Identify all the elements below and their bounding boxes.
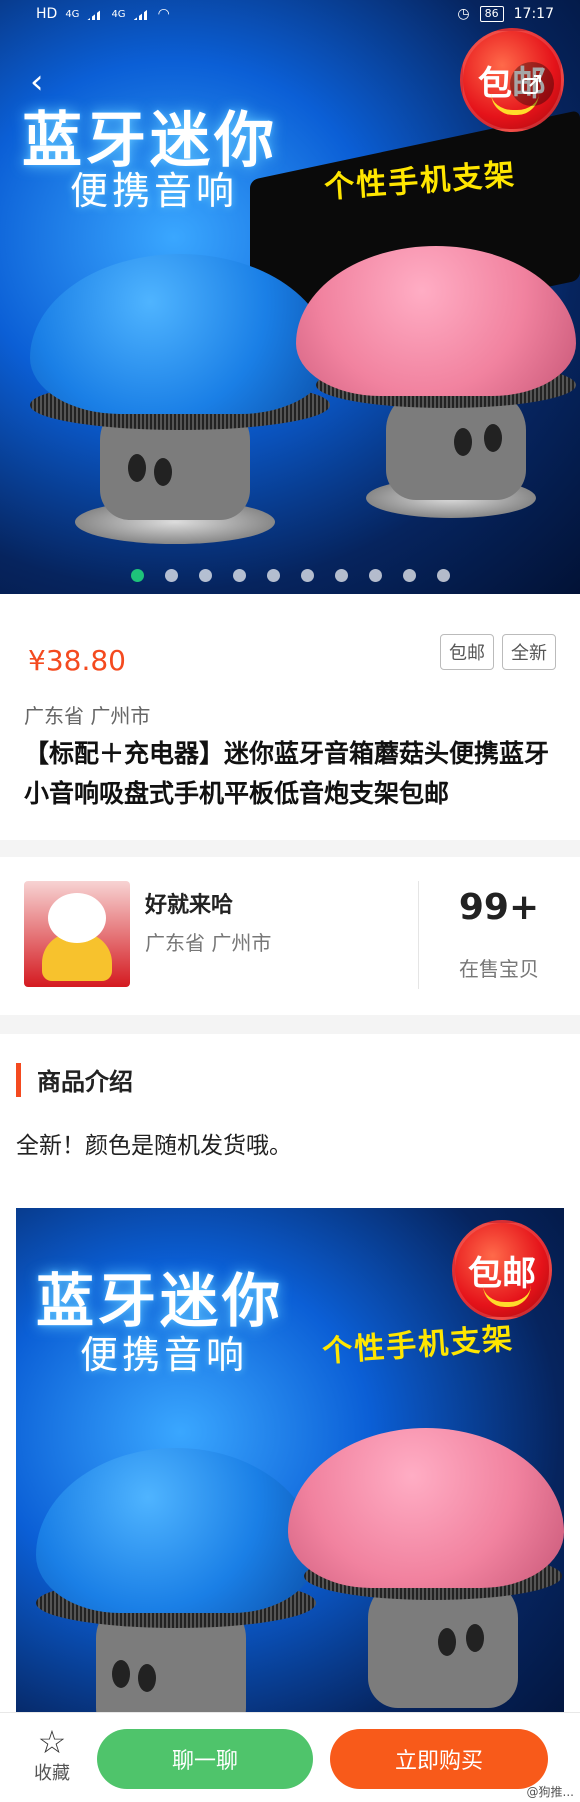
carousel-dot[interactable] <box>436 569 450 582</box>
carousel-dot[interactable] <box>300 569 314 582</box>
blue-mushroom-speaker <box>20 250 330 550</box>
speaker-eye <box>466 1624 484 1652</box>
carousel-dot[interactable] <box>368 569 382 582</box>
items-on-sale-label: 在售宝贝 <box>459 957 539 981</box>
product-description: 全新！颜色是随机发货哦。 <box>16 1133 292 1159</box>
banner-subtitle: 便携音响 <box>70 169 239 213</box>
carousel-dot[interactable] <box>232 569 246 582</box>
star-outline-icon: ☆ <box>37 1723 67 1761</box>
watermark: @狗推... <box>526 1785 574 1799</box>
status-bar: HD 4G 4G ◠ ◷ 86 17:17 <box>0 0 580 30</box>
carousel-dot[interactable] <box>198 569 212 582</box>
battery-icon: 86 <box>479 6 504 22</box>
favorite-label: 收藏 <box>34 1763 70 1784</box>
product-image-carousel[interactable]: HD 4G 4G ◠ ◷ 86 17:17 蓝牙迷你 便携音响 个性手机支架 包… <box>0 0 580 594</box>
seller-card[interactable]: 好就来哈 广东省 广州市 99+ 在售宝贝 <box>0 857 580 1015</box>
hd-label: HD <box>36 6 58 22</box>
wifi-icon: ◠ <box>157 6 170 22</box>
speaker-eye <box>454 428 472 456</box>
smile-mark <box>483 1285 531 1307</box>
tag-brand-new: 全新 <box>502 634 556 670</box>
product-intro-section: 商品介绍 全新！颜色是随机发货哦。 蓝牙迷你 便携音响 个性手机支架 包邮 <box>0 1034 580 1802</box>
pink-mushroom-speaker <box>288 1428 564 1748</box>
buy-now-button[interactable]: 立即购买 <box>330 1729 548 1789</box>
speaker-eye <box>484 424 502 452</box>
seller-location: 广东省 广州市 <box>145 931 272 955</box>
clock-time: 17:17 <box>513 6 554 22</box>
signal-icon <box>133 8 150 20</box>
back-arrow-icon: ‹ <box>30 62 44 102</box>
status-left: HD 4G 4G ◠ <box>36 6 170 22</box>
tag-free-shipping: 包邮 <box>440 634 494 670</box>
status-right: ◷ 86 17:17 <box>457 6 554 22</box>
product-detail-image[interactable]: 蓝牙迷你 便携音响 个性手机支架 包邮 <box>16 1208 564 1768</box>
favorite-button[interactable]: ☆ 收藏 <box>18 1725 86 1785</box>
product-location: 广东省 广州市 <box>24 704 151 728</box>
carousel-dots <box>0 569 580 582</box>
detail-image-side-text: 个性手机支架 <box>321 1321 516 1370</box>
speaker-cap <box>288 1428 564 1588</box>
pink-mushroom-speaker <box>296 246 576 530</box>
carousel-dot[interactable] <box>402 569 416 582</box>
seller-avatar[interactable] <box>24 881 130 987</box>
chat-button[interactable]: 聊一聊 <box>97 1729 313 1789</box>
carousel-dot[interactable] <box>266 569 280 582</box>
detail-image-badge: 包邮 <box>452 1220 552 1320</box>
product-title: 【标配＋充电器】迷你蓝牙音箱蘑菇头便携蓝牙小音响吸盘式手机平板低音炮支架包邮 <box>24 739 550 808</box>
share-icon <box>522 75 541 94</box>
items-on-sale-count: 99+ <box>458 887 540 928</box>
signal-label-1: 4G <box>65 8 80 20</box>
carousel-dot[interactable] <box>334 569 348 582</box>
speaker-cap <box>30 254 330 414</box>
seller-name[interactable]: 好就来哈 <box>145 887 233 919</box>
section-accent-bar <box>16 1062 21 1097</box>
blue-mushroom-speaker <box>26 1448 326 1748</box>
speaker-eye <box>128 454 146 482</box>
alarm-icon: ◷ <box>457 6 470 22</box>
product-price: ¥38.80 <box>28 644 126 677</box>
speaker-eye <box>112 1660 130 1688</box>
section-header: 商品介绍 <box>16 1062 133 1097</box>
speaker-cap <box>36 1448 316 1613</box>
product-tags: 包邮 全新 <box>440 634 556 670</box>
bottom-action-bar: ☆ 收藏 聊一聊 立即购买 @狗推... <box>0 1712 580 1802</box>
share-button[interactable] <box>510 62 554 106</box>
speaker-eye <box>138 1664 156 1692</box>
signal-label-2: 4G <box>111 8 126 20</box>
speaker-cap <box>296 246 576 396</box>
speaker-eye <box>438 1628 456 1656</box>
carousel-dot[interactable] <box>130 569 144 582</box>
back-button[interactable]: ‹ <box>30 62 70 102</box>
speaker-eye <box>154 458 172 486</box>
carousel-dot[interactable] <box>164 569 178 582</box>
section-title: 商品介绍 <box>37 1068 133 1096</box>
product-info-card: ¥38.80 包邮 全新 广东省 广州市 【标配＋充电器】迷你蓝牙音箱蘑菇头便携… <box>0 594 580 840</box>
signal-icon <box>87 8 104 20</box>
lucky-cat-head <box>48 893 106 943</box>
detail-image-subtitle: 便携音响 <box>80 1333 249 1377</box>
